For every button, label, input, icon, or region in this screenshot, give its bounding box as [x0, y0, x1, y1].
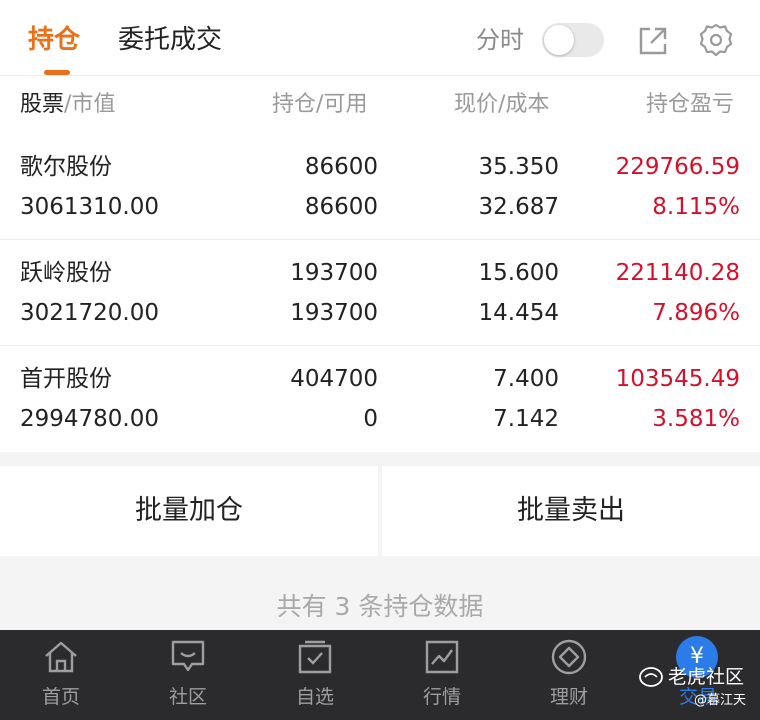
nav-home[interactable]: 首页	[6, 630, 116, 720]
tiger-logo-icon	[639, 667, 663, 687]
nav-watchlist[interactable]: 自选	[260, 630, 370, 720]
available-qty: 193700	[290, 300, 378, 326]
batch-sell-button[interactable]: 批量卖出	[382, 466, 760, 556]
nav-market[interactable]: 行情	[387, 630, 497, 720]
available-qty: 0	[363, 406, 378, 432]
watermark: 老虎社区 @暮江天	[638, 664, 758, 718]
market-value: 2994780.00	[20, 406, 160, 432]
wealth-icon	[551, 639, 587, 675]
nav-label: 理财	[549, 686, 588, 708]
home-icon	[45, 641, 77, 673]
market-icon	[425, 640, 459, 674]
share-icon[interactable]	[636, 24, 670, 58]
pnl-percent: 8.115%	[652, 194, 740, 220]
fenshi-toggle[interactable]	[542, 23, 604, 57]
header-stock: 股票	[20, 92, 65, 117]
header-pnl: 持仓盈亏	[646, 92, 735, 117]
header-cost: 成本	[505, 92, 550, 117]
toggle-knob	[544, 25, 574, 55]
nav-label: 社区	[168, 686, 207, 708]
position-row[interactable]: 歌尔股份 3061310.00 86600 86600 35.350 32.68…	[0, 134, 760, 240]
header-position: 持仓	[272, 92, 317, 117]
column-header: 股票/市值 持仓/可用 现价/成本 持仓盈亏	[0, 76, 760, 134]
stock-name: 歌尔股份	[20, 154, 112, 180]
positions-count-text: 共有 3 条持仓数据	[276, 592, 484, 621]
header-position-available: 持仓/可用	[272, 90, 367, 120]
pnl-amount: 229766.59	[615, 154, 740, 180]
nav-label: 首页	[41, 686, 80, 708]
watermark-title: 老虎社区	[668, 666, 745, 688]
header-price-cost: 现价/成本	[454, 90, 549, 120]
pnl-amount: 221140.28	[615, 260, 740, 286]
nav-wealth[interactable]: 理财	[514, 630, 624, 720]
community-icon	[171, 640, 205, 672]
position-qty: 404700	[290, 366, 378, 392]
available-qty: 86600	[304, 194, 378, 220]
header-price: 现价	[454, 92, 499, 117]
header-stock-value: 股票/市值	[20, 90, 115, 120]
pnl-percent: 7.896%	[652, 300, 740, 326]
current-price: 15.600	[478, 260, 559, 286]
fenshi-label: 分时	[476, 26, 524, 54]
gear-icon[interactable]	[698, 22, 734, 58]
nav-label: 行情	[422, 686, 461, 708]
position-row[interactable]: 跃岭股份 3021720.00 193700 193700 15.600 14.…	[0, 240, 760, 346]
current-price: 35.350	[478, 154, 559, 180]
header-market-value: 市值	[71, 92, 116, 117]
batch-actions: 批量加仓 批量卖出	[0, 466, 760, 556]
market-value: 3021720.00	[20, 300, 160, 326]
stock-name: 跃岭股份	[20, 260, 112, 286]
top-bar: 持仓 委托成交 分时	[0, 0, 760, 76]
pnl-amount: 103545.49	[615, 366, 740, 392]
market-value: 3061310.00	[20, 194, 160, 220]
position-qty: 193700	[290, 260, 378, 286]
watchlist-icon	[298, 640, 332, 674]
watermark-author: @暮江天	[694, 693, 747, 708]
header-available: 可用	[323, 92, 368, 117]
cost-price: 14.454	[478, 300, 559, 326]
tab-orders-trades[interactable]: 委托成交	[118, 22, 222, 58]
stock-name: 首开股份	[20, 366, 112, 392]
cost-price: 7.142	[493, 406, 559, 432]
nav-label: 自选	[295, 686, 334, 708]
cost-price: 32.687	[478, 194, 559, 220]
tab-positions[interactable]: 持仓	[28, 22, 80, 58]
nav-community[interactable]: 社区	[133, 630, 243, 720]
active-tab-indicator	[44, 70, 70, 75]
pnl-percent: 3.581%	[652, 406, 740, 432]
batch-add-button[interactable]: 批量加仓	[0, 466, 378, 556]
current-price: 7.400	[493, 366, 559, 392]
position-qty: 86600	[304, 154, 378, 180]
position-row[interactable]: 首开股份 2994780.00 404700 0 7.400 7.142 103…	[0, 346, 760, 452]
positions-list: 歌尔股份 3061310.00 86600 86600 35.350 32.68…	[0, 134, 760, 452]
